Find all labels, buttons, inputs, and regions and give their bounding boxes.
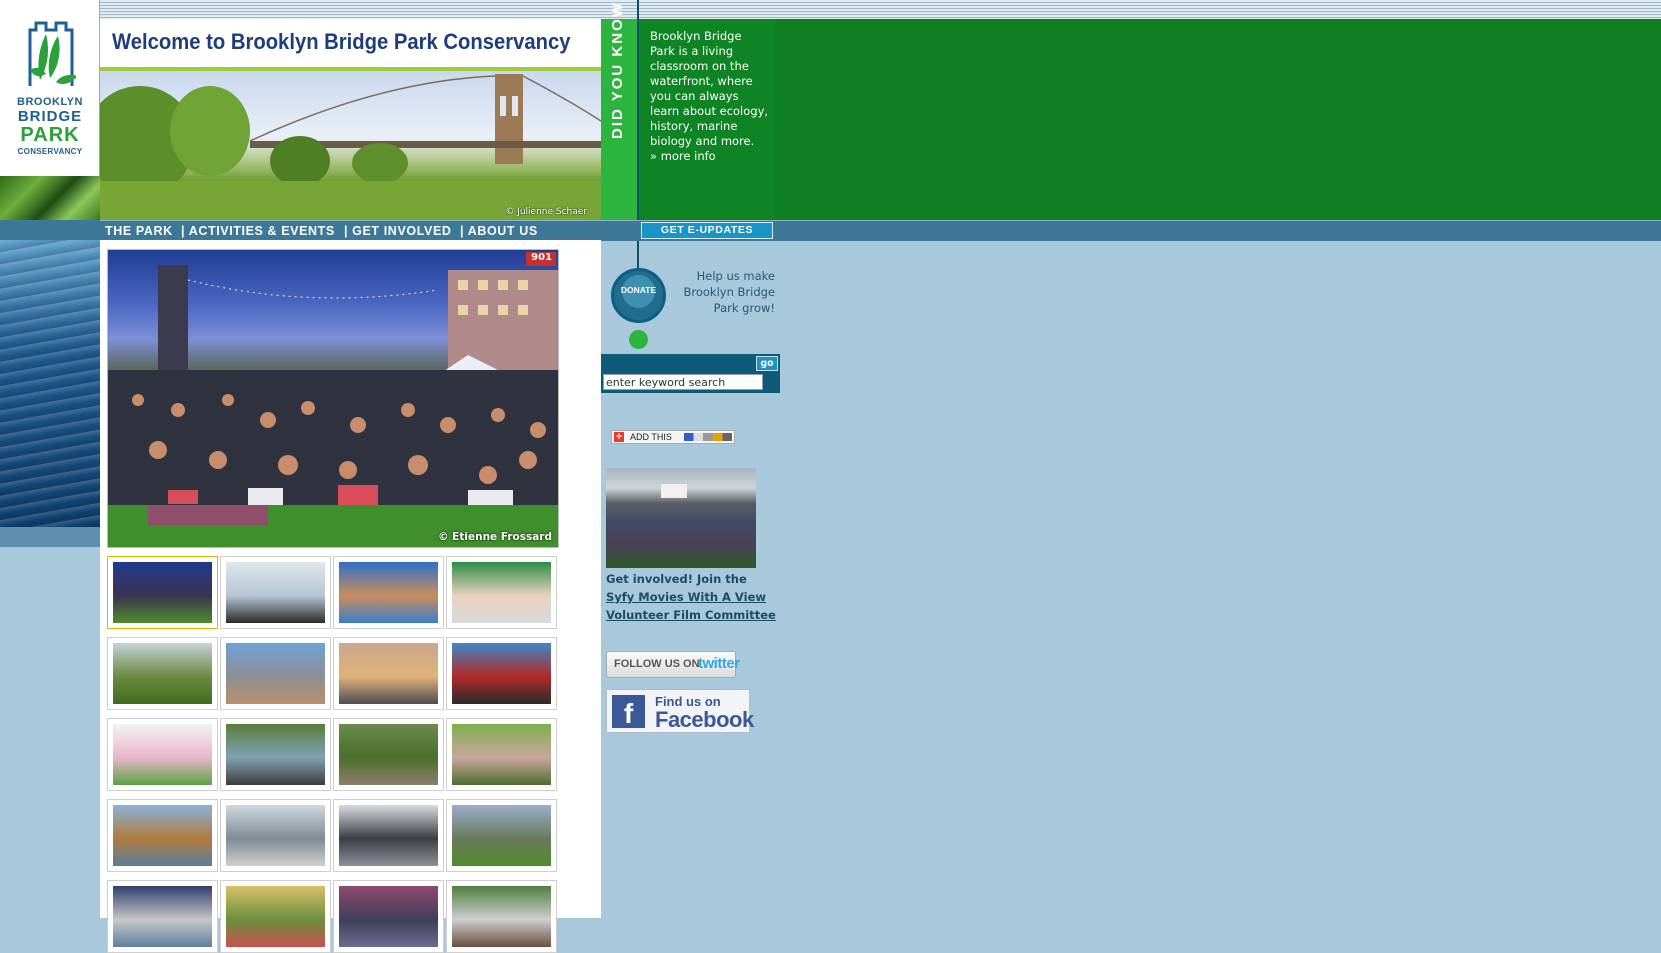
thumbnail-image (113, 805, 212, 866)
thumbnail-image (452, 724, 551, 785)
donate-label: DONATE (620, 285, 657, 295)
thumbnail-image (339, 562, 438, 623)
thumbnail-image (226, 724, 325, 785)
photo-thumbnail[interactable] (107, 718, 218, 791)
featured-photo-crowd: 901 © Etienne Frossard (107, 249, 559, 548)
thumbnail-image (113, 724, 212, 785)
water-photo-strip (0, 240, 100, 527)
thumbnail-image (452, 643, 551, 704)
search-input[interactable] (603, 374, 763, 390)
photo-thumbnail[interactable] (446, 637, 557, 710)
thumbnail-image (452, 886, 551, 947)
addthis-share-button[interactable]: + ADD THIS (611, 430, 735, 444)
left-band-decoration (0, 527, 100, 547)
photo-thumbnail[interactable] (446, 556, 557, 629)
photo-thumbnail[interactable] (333, 799, 444, 872)
thumbnail-image (339, 805, 438, 866)
donate-help-text: Help us make Brooklyn Bridge Park grow! (683, 269, 775, 315)
photo-thumbnail[interactable] (107, 799, 218, 872)
leaf-photo-strip (0, 176, 100, 220)
hero-photo-bridge: © Julienne Schaer (100, 71, 601, 220)
did-you-know-label-panel: DID YOU KNOW (601, 1, 638, 220)
social-share-icons (684, 433, 732, 441)
thumbnail-image (113, 886, 212, 947)
main-nav-bar: THE PARK | ACTIVITIES & EVENTS | GET INV… (100, 220, 1661, 241)
photo-thumbnail[interactable] (220, 718, 331, 791)
site-logo[interactable]: BROOKLYN BRIDGE PARK CONSERVANCY (0, 0, 100, 176)
promo-text: Get involved! Join the Syfy Movies With … (606, 570, 776, 624)
photo-thumbnail[interactable] (220, 637, 331, 710)
photo-thumbnail[interactable] (333, 556, 444, 629)
thumbnail-image (452, 805, 551, 866)
thumbnail-image (226, 886, 325, 947)
nav-about-us[interactable]: | ABOUT US (460, 224, 538, 238)
photo-thumbnail[interactable] (107, 637, 218, 710)
search-go-button[interactable]: go (756, 356, 778, 371)
movie-screen-icon (661, 484, 687, 498)
promo-photo-movie-crowd[interactable] (606, 468, 756, 568)
hero-photo-credit: © Julienne Schaer (505, 207, 587, 217)
photo-thumbnail[interactable] (220, 799, 331, 872)
green-dot-decoration (629, 330, 648, 349)
follow-twitter-button[interactable]: FOLLOW US ON twitter (606, 651, 740, 678)
photo-thumbnail[interactable] (220, 880, 331, 953)
facebook-label-line2: Facebook (655, 707, 754, 732)
thumbnail-image (339, 724, 438, 785)
photo-thumbnail[interactable] (333, 880, 444, 953)
thumbnail-image (452, 562, 551, 623)
twitter-follow-label: FOLLOW US ON (614, 658, 700, 670)
thumbnail-image (113, 643, 212, 704)
twitter-logo-icon: twitter (698, 655, 740, 672)
featured-photo-credit: © Etienne Frossard (438, 531, 552, 543)
top-stripe-decoration (100, 0, 1661, 19)
promo-text-prefix: Get involved! Join the (606, 572, 747, 586)
nav-activities-events[interactable]: | ACTIVITIES & EVENTS (181, 224, 335, 238)
photo-thumbnail[interactable] (446, 718, 557, 791)
logo-line-bridge: BRIDGE (17, 108, 83, 125)
thumbnail-image (226, 805, 325, 866)
nav-the-park[interactable]: THE PARK (105, 224, 173, 238)
logo-line-brooklyn: BROOKLYN (17, 96, 83, 108)
logo-leaf-icon (28, 21, 76, 86)
thumbnail-image (339, 643, 438, 704)
did-you-know-body: Brooklyn Bridge Park is a living classro… (650, 29, 769, 148)
addthis-label: ADD THIS (630, 432, 672, 442)
find-us-facebook-button[interactable]: f Find us on Facebook (606, 689, 754, 733)
nav-get-involved[interactable]: | GET INVOLVED (344, 224, 452, 238)
more-info-link[interactable]: » more info (650, 149, 716, 163)
search-box: go (601, 354, 780, 393)
header-green-band (775, 19, 1661, 220)
logo-line-park: PARK (20, 124, 80, 146)
logo-wordmark: BROOKLYN BRIDGE PARK CONSERVANCY (0, 96, 100, 158)
photo-thumbnail[interactable] (333, 637, 444, 710)
photo-thumbnail[interactable] (446, 799, 557, 872)
donate-button[interactable]: DONATE (611, 268, 666, 323)
thumbnail-image (226, 643, 325, 704)
thumbnail-image (113, 562, 212, 623)
plus-icon: + (614, 432, 624, 442)
photo-thumbnail[interactable] (107, 880, 218, 953)
photo-thumbnail[interactable] (446, 880, 557, 953)
logo-line-conservancy: CONSERVANCY (17, 147, 83, 156)
photo-thumbnail[interactable] (333, 718, 444, 791)
thumbnail-image (226, 562, 325, 623)
thumbnail-image (339, 886, 438, 947)
page-title: Welcome to Brooklyn Bridge Park Conserva… (112, 29, 571, 54)
nav-bar-left-stub (0, 220, 100, 240)
did-you-know-text: Brooklyn Bridge Park is a living classro… (650, 29, 770, 164)
did-you-know-heading: DID YOU KNOW (609, 1, 626, 139)
photo-sign-text: 901 (531, 252, 552, 263)
photo-thumbnail[interactable] (220, 556, 331, 629)
photo-thumbnail[interactable] (107, 556, 218, 629)
did-you-know-panel: Brooklyn Bridge Park is a living classro… (638, 19, 775, 220)
get-e-updates-button[interactable]: GET E-UPDATES (641, 222, 773, 239)
facebook-icon: f (612, 695, 645, 729)
header-title-bar: Welcome to Brooklyn Bridge Park Conserva… (100, 19, 601, 71)
film-committee-link[interactable]: Syfy Movies With A View Volunteer Film C… (606, 590, 776, 622)
